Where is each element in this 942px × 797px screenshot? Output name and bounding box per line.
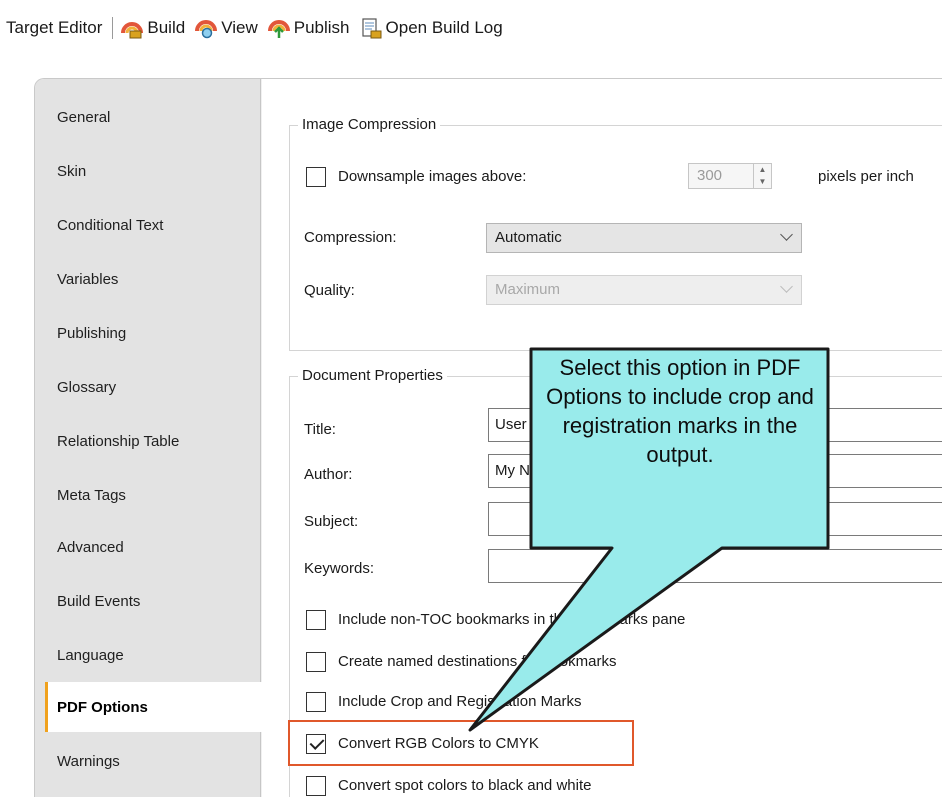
include-crop-registration-checkbox[interactable] xyxy=(306,692,326,712)
sidebar-item-pdf-options[interactable]: PDF Options xyxy=(45,682,262,732)
sidebar-item-language[interactable]: Language xyxy=(57,647,124,664)
sidebar-item-general[interactable]: General xyxy=(57,109,110,126)
create-named-destinations-checkbox[interactable] xyxy=(306,652,326,672)
build-label: Build xyxy=(147,18,186,37)
sidebar-item-relationship-table[interactable]: Relationship Table xyxy=(57,433,179,450)
convert-spot-colors-label: Convert spot colors to black and white xyxy=(338,777,592,794)
publish-icon xyxy=(267,20,290,38)
ppi-unit-label: pixels per inch xyxy=(818,168,914,185)
downsample-checkbox[interactable] xyxy=(306,167,326,187)
sidebar: General Skin Conditional Text Variables … xyxy=(35,79,262,797)
sidebar-item-glossary[interactable]: Glossary xyxy=(57,379,116,396)
include-non-toc-bookmarks-label: Include non-TOC bookmarks in the bookmar… xyxy=(338,611,686,628)
sidebar-item-skin[interactable]: Skin xyxy=(57,163,86,180)
image-compression-legend: Image Compression xyxy=(298,116,441,133)
sidebar-item-publishing[interactable]: Publishing xyxy=(57,325,126,342)
include-crop-registration-label: Include Crop and Registration Marks xyxy=(338,693,582,710)
target-editor-title: Target Editor xyxy=(6,18,103,37)
chevron-down-icon xyxy=(780,228,793,241)
quality-value: Maximum xyxy=(495,281,561,298)
build-button[interactable]: Build xyxy=(121,17,185,39)
include-non-toc-bookmarks-checkbox[interactable] xyxy=(306,610,326,630)
sidebar-item-variables[interactable]: Variables xyxy=(57,271,118,288)
sidebar-item-build-events[interactable]: Build Events xyxy=(57,593,140,610)
title-label: Title: xyxy=(304,421,336,438)
toolbar: Target Editor Build View Publish Open Bu… xyxy=(0,0,942,56)
view-icon xyxy=(195,20,218,39)
chevron-down-icon xyxy=(780,280,793,293)
document-properties-legend: Document Properties xyxy=(298,367,447,384)
sidebar-item-warnings[interactable]: Warnings xyxy=(57,753,120,770)
sidebar-item-advanced[interactable]: Advanced xyxy=(57,539,124,556)
quality-label: Quality: xyxy=(304,282,355,299)
subject-field[interactable] xyxy=(488,502,942,536)
compression-label: Compression: xyxy=(304,229,397,246)
sidebar-item-conditional-text[interactable]: Conditional Text xyxy=(57,217,163,234)
compression-value: Automatic xyxy=(495,229,562,246)
spinner-arrows-icon[interactable]: ▲ ▼ xyxy=(753,164,771,188)
sidebar-item-meta-tags[interactable]: Meta Tags xyxy=(57,487,126,504)
ppi-value: 300 xyxy=(697,167,723,184)
create-named-destinations-label: Create named destinations for bookmarks xyxy=(338,653,617,670)
build-log-icon xyxy=(361,18,382,39)
toolbar-separator xyxy=(112,17,114,39)
quality-select[interactable]: Maximum xyxy=(486,275,802,305)
view-button[interactable]: View xyxy=(195,17,258,39)
keywords-field[interactable] xyxy=(488,549,942,583)
open-build-log-label: Open Build Log xyxy=(385,18,503,37)
build-icon xyxy=(121,22,144,39)
option-highlight-box xyxy=(288,720,634,766)
ppi-spinner[interactable]: 300 ▲ ▼ xyxy=(688,163,772,189)
subject-label: Subject: xyxy=(304,513,359,530)
callout-text: Select this option in PDF Options to inc… xyxy=(546,355,814,467)
view-label: View xyxy=(221,18,258,37)
convert-spot-colors-checkbox[interactable] xyxy=(306,776,326,796)
open-build-log-button[interactable]: Open Build Log xyxy=(360,17,503,39)
compression-select[interactable]: Automatic xyxy=(486,223,802,253)
publish-button[interactable]: Publish xyxy=(267,17,350,39)
author-label: Author: xyxy=(304,466,353,483)
downsample-label: Downsample images above: xyxy=(338,168,527,185)
publish-label: Publish xyxy=(293,18,350,37)
keywords-label: Keywords: xyxy=(304,560,375,577)
